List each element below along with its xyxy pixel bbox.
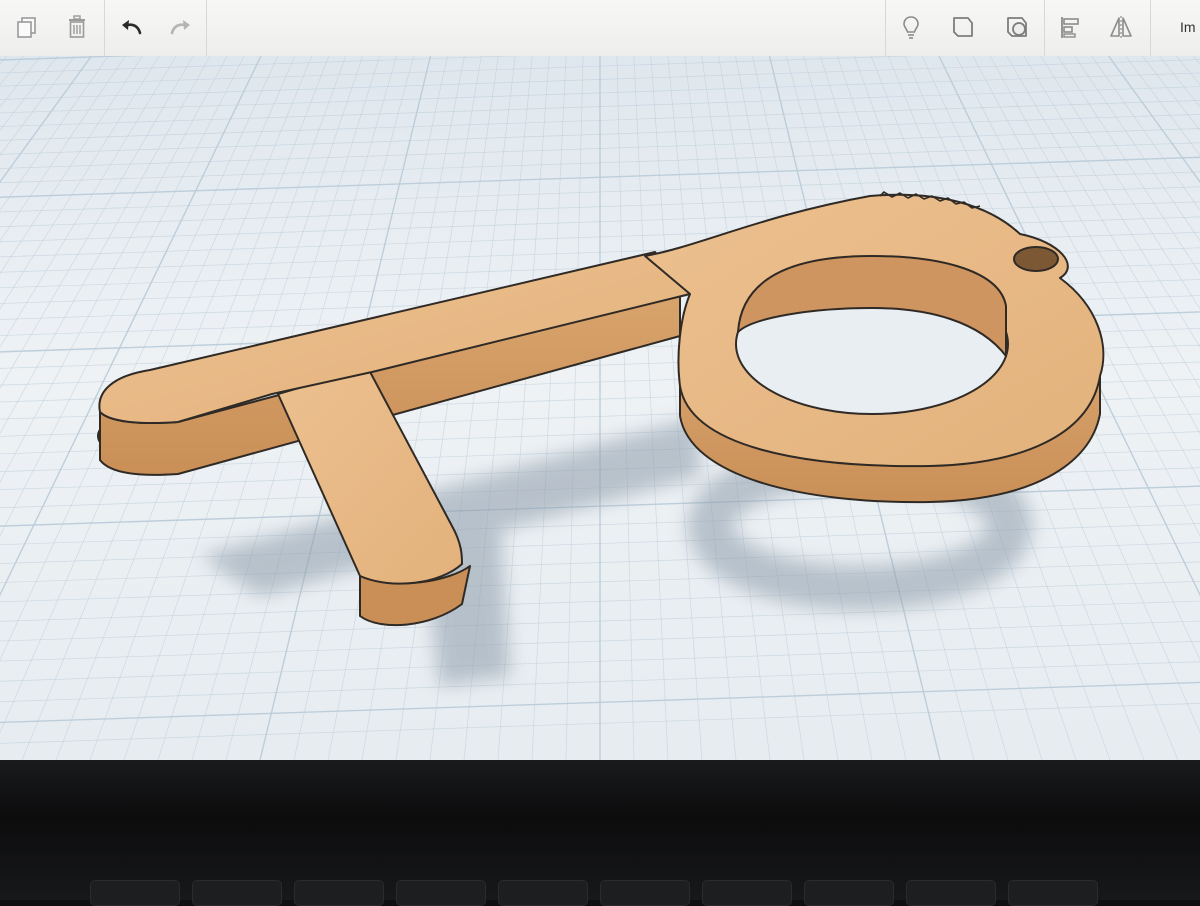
mirror-button[interactable]	[1104, 10, 1138, 44]
toolbar-divider	[885, 0, 886, 56]
redo-icon	[170, 20, 190, 35]
keyboard-key	[702, 880, 792, 906]
keyboard-key	[396, 880, 486, 906]
solid-shape-icon	[953, 17, 973, 37]
hole-shape-icon	[1007, 17, 1027, 37]
toolbar: Im	[0, 0, 1200, 57]
toolbar-divider	[1150, 0, 1151, 56]
lightbulb-icon	[903, 16, 919, 39]
redo-button[interactable]	[164, 10, 198, 44]
keyboard-key	[192, 880, 282, 906]
delete-button[interactable]	[60, 10, 94, 44]
trash-icon	[69, 15, 85, 38]
keyboard-key	[804, 880, 894, 906]
mirror-icon	[1110, 16, 1132, 39]
undo-button[interactable]	[114, 10, 148, 44]
toolbar-divider	[104, 0, 105, 56]
import-button[interactable]: Im	[1180, 19, 1196, 35]
toolbar-divider	[206, 0, 207, 56]
workplane-viewport[interactable]	[0, 56, 1200, 760]
keyboard-edge	[90, 880, 1110, 906]
keyboard-key	[1008, 880, 1098, 906]
solid-button[interactable]	[946, 10, 980, 44]
notes-button[interactable]	[894, 10, 928, 44]
undo-icon	[122, 20, 142, 35]
toolbar-divider	[1044, 0, 1045, 56]
align-icon	[1061, 17, 1079, 38]
keyboard-key	[906, 880, 996, 906]
keyboard-key	[498, 880, 588, 906]
keyboard-key	[600, 880, 690, 906]
tinkercad-screen: Im	[0, 0, 1200, 760]
workplane-canvas[interactable]	[0, 56, 1200, 760]
copy-icon	[17, 17, 36, 38]
keyboard-key	[90, 880, 180, 906]
copy-button[interactable]	[10, 10, 44, 44]
monitor-bezel	[0, 760, 1200, 900]
align-button[interactable]	[1054, 10, 1088, 44]
hole-button[interactable]	[1000, 10, 1034, 44]
keyboard-key	[294, 880, 384, 906]
